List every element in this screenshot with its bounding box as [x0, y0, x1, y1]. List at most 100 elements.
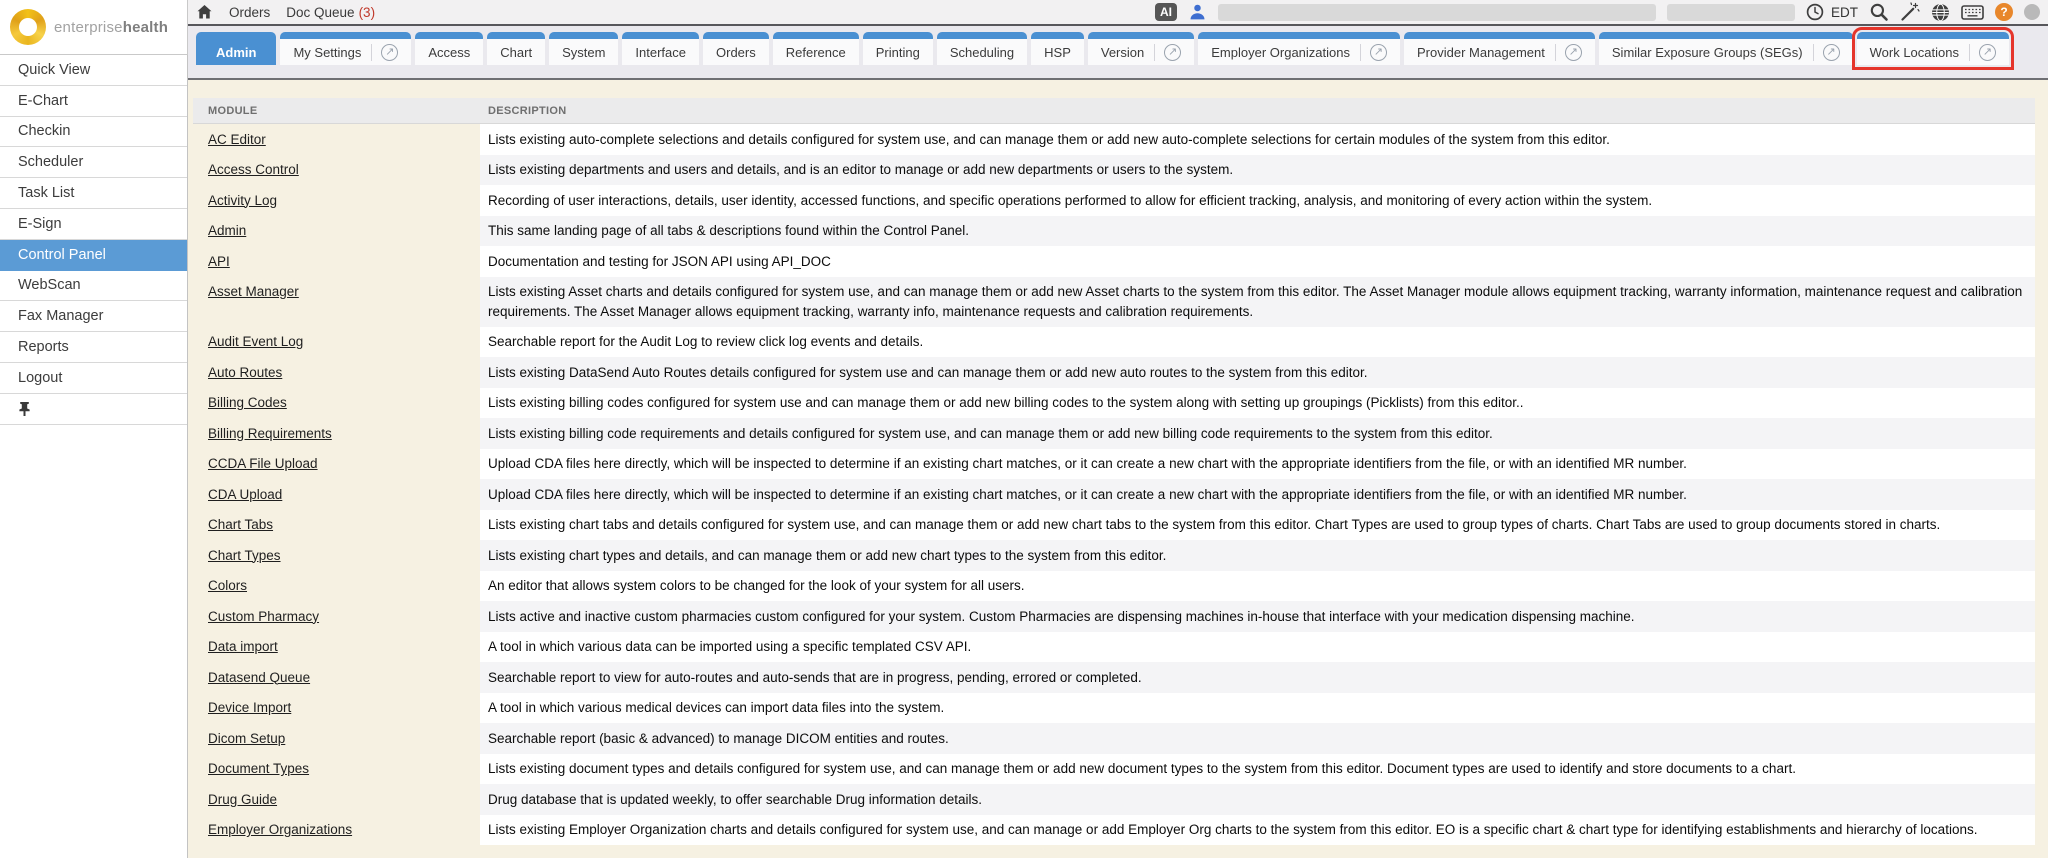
sidebar-item-fax-manager[interactable]: Fax Manager: [0, 301, 187, 332]
sidebar-item-reports[interactable]: Reports: [0, 332, 187, 363]
module-description: Searchable report to view for auto-route…: [480, 662, 2035, 693]
table-row: Auto Routes Lists existing DataSend Auto…: [193, 357, 2035, 388]
module-link-chart-types[interactable]: Chart Types: [208, 548, 281, 563]
presence-indicator-icon: [2024, 4, 2040, 20]
sidebar-item-quick-view[interactable]: Quick View: [0, 55, 187, 86]
table-row: Activity Log Recording of user interacti…: [193, 185, 2035, 216]
module-link-custom-pharmacy[interactable]: Custom Pharmacy: [208, 609, 319, 624]
module-link-datasend-queue[interactable]: Datasend Queue: [208, 670, 310, 685]
tab-orders[interactable]: Orders: [703, 32, 769, 65]
top-bar: Orders Doc Queue(3) AI EDT ?: [0, 0, 2048, 26]
module-description: An editor that allows system colors to b…: [480, 571, 2035, 602]
module-description: A tool in which various data can be impo…: [480, 632, 2035, 663]
keyboard-icon[interactable]: [1961, 4, 1984, 21]
pin-sidebar-button[interactable]: [0, 394, 187, 425]
module-description: Searchable report for the Audit Log to r…: [480, 327, 2035, 358]
tab-admin[interactable]: Admin: [196, 32, 276, 65]
module-description: Documentation and testing for JSON API u…: [480, 246, 2035, 277]
external-link-icon[interactable]: ↗: [1969, 44, 1996, 61]
home-icon[interactable]: [196, 4, 213, 20]
module-description: Lists existing auto-complete selections …: [480, 124, 2035, 155]
tab-hsp[interactable]: HSP: [1031, 32, 1084, 65]
column-header-module: MODULE: [193, 98, 480, 124]
module-link-dicom-setup[interactable]: Dicom Setup: [208, 731, 285, 746]
ai-badge[interactable]: AI: [1155, 3, 1177, 21]
tab-version[interactable]: Version ↗: [1088, 32, 1194, 65]
tab-my-settings[interactable]: My Settings ↗: [280, 32, 411, 65]
tab-bar: Admin My Settings ↗ Access Chart System …: [188, 26, 2048, 80]
table-row: Drug Guide Drug database that is updated…: [193, 784, 2035, 815]
module-link-data-import[interactable]: Data import: [208, 639, 278, 654]
control-panel-content: MODULE DESCRIPTION AC Editor Lists exist…: [188, 80, 2048, 858]
breadcrumb: Orders Doc Queue(3): [196, 4, 375, 20]
module-link-device-import[interactable]: Device Import: [208, 700, 291, 715]
tab-printing[interactable]: Printing: [863, 32, 933, 65]
sidebar-item-logout[interactable]: Logout: [0, 363, 187, 394]
wand-icon[interactable]: [1900, 2, 1920, 22]
external-link-icon[interactable]: ↗: [1813, 44, 1840, 61]
module-description: Searchable report (basic & advanced) to …: [480, 723, 2035, 754]
module-link-document-types[interactable]: Document Types: [208, 761, 309, 776]
sidebar-item-e-sign[interactable]: E-Sign: [0, 209, 187, 240]
tab-scheduling[interactable]: Scheduling: [937, 32, 1027, 65]
sidebar-item-scheduler[interactable]: Scheduler: [0, 147, 187, 178]
tab-work-locations[interactable]: Work Locations ↗: [1857, 32, 2009, 65]
module-link-ac-editor[interactable]: AC Editor: [208, 132, 266, 147]
sidebar-item-task-list[interactable]: Task List: [0, 178, 187, 209]
table-row: Asset Manager Lists existing Asset chart…: [193, 277, 2035, 327]
module-description: A tool in which various medical devices …: [480, 693, 2035, 724]
table-row: Admin This same landing page of all tabs…: [193, 216, 2035, 247]
module-description: Lists existing billing codes configured …: [480, 388, 2035, 419]
enterprise-health-logo-icon: [10, 9, 46, 45]
tab-employer-organizations[interactable]: Employer Organizations ↗: [1198, 32, 1400, 65]
sidebar-item-webscan[interactable]: WebScan: [0, 271, 187, 302]
sidebar-item-checkin[interactable]: Checkin: [0, 117, 187, 148]
globe-icon[interactable]: [1931, 3, 1950, 22]
module-link-admin[interactable]: Admin: [208, 223, 246, 238]
module-link-api[interactable]: API: [208, 254, 230, 269]
module-link-activity-log[interactable]: Activity Log: [208, 193, 277, 208]
module-link-colors[interactable]: Colors: [208, 578, 247, 593]
module-link-drug-guide[interactable]: Drug Guide: [208, 792, 277, 807]
tab-chart[interactable]: Chart: [487, 32, 545, 65]
module-description: Lists existing Employer Organization cha…: [480, 815, 2035, 846]
module-link-billing-codes[interactable]: Billing Codes: [208, 395, 287, 410]
module-link-access-control[interactable]: Access Control: [208, 162, 299, 177]
module-link-employer-organizations[interactable]: Employer Organizations: [208, 822, 352, 837]
breadcrumb-orders[interactable]: Orders: [229, 5, 270, 20]
table-row: Chart Types Lists existing chart types a…: [193, 540, 2035, 571]
tab-interface[interactable]: Interface: [622, 32, 699, 65]
module-description: Lists existing departments and users and…: [480, 155, 2035, 186]
module-description: Lists existing Asset charts and details …: [480, 277, 2035, 327]
external-link-icon[interactable]: ↗: [1555, 44, 1582, 61]
table-row: Data import A tool in which various data…: [193, 632, 2035, 663]
module-link-billing-requirements[interactable]: Billing Requirements: [208, 426, 332, 441]
clock-icon: [1806, 3, 1824, 21]
module-link-auto-routes[interactable]: Auto Routes: [208, 365, 282, 380]
external-link-icon[interactable]: ↗: [1360, 44, 1387, 61]
tab-reference[interactable]: Reference: [773, 32, 859, 65]
sidebar-item-e-chart[interactable]: E-Chart: [0, 86, 187, 117]
tab-provider-management[interactable]: Provider Management ↗: [1404, 32, 1595, 65]
breadcrumb-doc-queue[interactable]: Doc Queue(3): [286, 5, 375, 20]
module-description: Lists existing billing code requirements…: [480, 418, 2035, 449]
module-description: This same landing page of all tabs & des…: [480, 216, 2035, 247]
module-link-chart-tabs[interactable]: Chart Tabs: [208, 517, 273, 532]
external-link-icon[interactable]: ↗: [371, 44, 398, 61]
search-icon[interactable]: [1869, 2, 1889, 22]
tab-access[interactable]: Access: [415, 32, 483, 65]
module-description: Lists active and inactive custom pharmac…: [480, 601, 2035, 632]
module-link-cda-upload[interactable]: CDA Upload: [208, 487, 282, 502]
user-icon[interactable]: [1188, 3, 1207, 21]
sidebar-item-control-panel[interactable]: Control Panel: [0, 240, 187, 271]
help-icon[interactable]: ?: [1995, 3, 2013, 21]
module-link-asset-manager[interactable]: Asset Manager: [208, 284, 299, 299]
tab-system[interactable]: System: [549, 32, 618, 65]
module-link-ccda-file-upload[interactable]: CCDA File Upload: [208, 456, 318, 471]
table-row: Device Import A tool in which various me…: [193, 693, 2035, 724]
module-link-audit-event-log[interactable]: Audit Event Log: [208, 334, 303, 349]
external-link-icon[interactable]: ↗: [1154, 44, 1181, 61]
table-row: CCDA File Upload Upload CDA files here d…: [193, 449, 2035, 480]
table-row: Audit Event Log Searchable report for th…: [193, 327, 2035, 358]
tab-similar-exposure-groups-segs[interactable]: Similar Exposure Groups (SEGs) ↗: [1599, 32, 1853, 65]
